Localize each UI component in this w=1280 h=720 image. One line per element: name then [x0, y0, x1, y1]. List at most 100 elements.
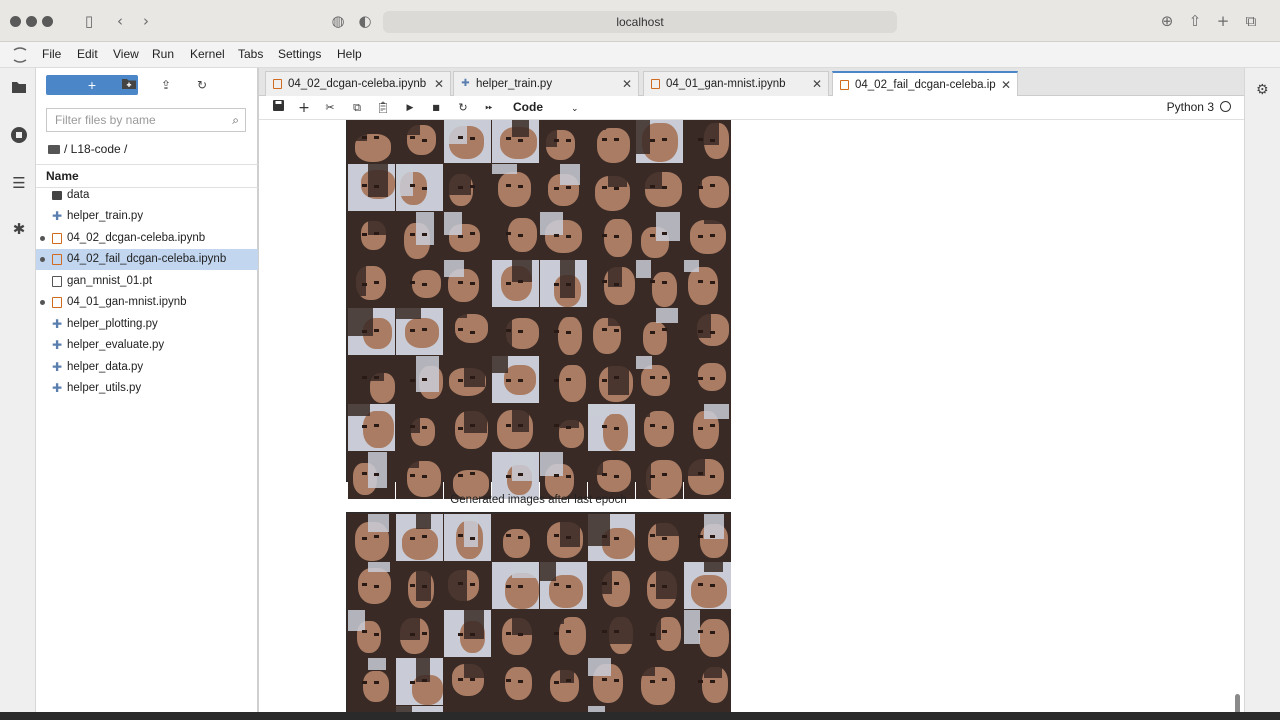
property-inspector-icon[interactable]: ⚙ — [1256, 82, 1269, 98]
tab-dcgan-celeba[interactable]: 04_02_dcgan-celeba.ipynb ✕ — [265, 71, 451, 96]
face-shape — [559, 365, 586, 402]
file-row-gan-mnist-pt[interactable]: gan_mnist_01.pt — [36, 271, 258, 292]
eye-mark — [614, 427, 619, 430]
zoom-window-button[interactable] — [42, 16, 53, 27]
file-row-fail-dcgan-celeba[interactable]: 04_02_fail_dcgan-celeba.ipynb — [36, 249, 258, 270]
menu-view[interactable]: View — [113, 47, 139, 61]
eye-mark — [662, 376, 667, 379]
table-of-contents-icon[interactable]: ☰ — [10, 174, 28, 192]
file-row-dcgan-celeba[interactable]: 04_02_dcgan-celeba.ipynb — [36, 228, 258, 249]
menu-file[interactable]: File — [42, 47, 61, 61]
file-row-gan-mnist[interactable]: 04_01_gan-mnist.ipynb — [36, 292, 258, 313]
menu-help[interactable]: Help — [337, 47, 362, 61]
extensions-icon[interactable]: ✱ — [10, 220, 28, 238]
hair-shape — [588, 404, 609, 416]
breadcrumb[interactable]: / L18-code / — [48, 142, 127, 156]
shield-icon[interactable]: ◐ — [355, 11, 375, 31]
notebook-icon — [52, 297, 62, 308]
menu-edit[interactable]: Edit — [77, 47, 98, 61]
file-row-helper-train[interactable]: ✚ helper_train.py — [36, 206, 258, 227]
eye-mark — [566, 585, 571, 588]
back-icon[interactable]: ‹ — [110, 11, 130, 31]
restart-run-all-icon[interactable]: ⏩︎ — [481, 99, 497, 117]
sidebar-icon[interactable]: ▯ — [79, 11, 99, 31]
address-bar[interactable]: localhost — [383, 11, 897, 33]
menu-tabs[interactable]: Tabs — [238, 47, 263, 61]
new-folder-icon[interactable] — [120, 76, 138, 94]
cut-icon[interactable]: ✂ — [322, 99, 338, 117]
hair-shape — [540, 120, 557, 147]
image-tile — [492, 356, 539, 403]
image-tile — [636, 164, 683, 211]
copy-icon[interactable]: ⧉ — [349, 99, 365, 117]
file-row-data[interactable]: data — [36, 185, 258, 206]
cell-type-select[interactable]: Code ⌄ — [513, 100, 579, 114]
close-tab-icon[interactable]: ✕ — [812, 72, 822, 96]
menu-settings[interactable]: Settings — [278, 47, 321, 61]
close-tab-icon[interactable]: ✕ — [1001, 73, 1011, 97]
tab-helper-train[interactable]: ✚ helper_train.py ✕ — [453, 71, 639, 96]
eye-mark — [650, 280, 655, 283]
home-folder-icon — [48, 145, 60, 154]
notebook-icon — [651, 79, 660, 89]
file-name: 04_02_fail_dcgan-celeba.ipynb — [67, 253, 227, 265]
hair-shape — [608, 308, 629, 326]
eye-mark — [458, 379, 463, 382]
privacy-icon[interactable]: ◍ — [328, 11, 348, 31]
eye-mark — [374, 424, 379, 427]
hair-shape — [684, 164, 702, 186]
eye-mark — [470, 137, 475, 140]
hair-shape — [444, 562, 467, 601]
hair-shape — [704, 658, 722, 678]
notebook-icon — [840, 80, 849, 90]
hair-shape — [512, 260, 532, 282]
hair-shape — [416, 514, 431, 529]
menu-kernel[interactable]: Kernel — [190, 47, 225, 61]
image-tile — [444, 308, 491, 355]
new-tab-icon[interactable]: + — [1213, 11, 1233, 31]
image-tile — [396, 308, 443, 355]
image-tile — [492, 562, 539, 609]
hair-shape — [540, 308, 557, 328]
insert-cell-icon[interactable]: + — [296, 99, 312, 117]
forward-icon[interactable]: › — [136, 11, 156, 31]
image-tile — [684, 212, 731, 259]
close-tab-icon[interactable]: ✕ — [622, 72, 632, 96]
file-row-helper-evaluate[interactable]: ✚ helper_evaluate.py — [36, 335, 258, 356]
close-window-button[interactable] — [10, 16, 21, 27]
tab-gan-mnist[interactable]: 04_01_gan-mnist.ipynb ✕ — [643, 71, 829, 96]
filter-files-input[interactable]: Filter files by name ⌕ — [46, 108, 246, 132]
refresh-icon[interactable]: ↻ — [193, 76, 211, 94]
folder-icon[interactable] — [10, 80, 28, 98]
minimize-window-button[interactable] — [26, 16, 37, 27]
face-shape — [498, 172, 531, 207]
run-icon[interactable]: ▶ — [402, 99, 418, 117]
eye-mark — [662, 281, 667, 284]
file-row-helper-utils[interactable]: ✚ helper_utils.py — [36, 378, 258, 399]
download-icon[interactable]: ⊕ — [1157, 11, 1177, 31]
kernel-status[interactable]: Python 3 — [1167, 100, 1231, 114]
running-kernels-icon[interactable] — [10, 126, 28, 144]
save-icon[interactable] — [270, 99, 286, 117]
image-tile — [684, 610, 731, 657]
upload-icon[interactable]: ⇪ — [157, 76, 175, 94]
restart-icon[interactable]: ↻ — [455, 99, 471, 117]
close-tab-icon[interactable]: ✕ — [434, 72, 444, 96]
file-row-helper-plotting[interactable]: ✚ helper_plotting.py — [36, 314, 258, 335]
hair-shape — [396, 308, 421, 319]
tabs-overview-icon[interactable]: ⧉ — [1241, 11, 1261, 31]
file-row-helper-data[interactable]: ✚ helper_data.py — [36, 357, 258, 378]
eye-mark — [422, 585, 427, 588]
tab-fail-dcgan-celeba[interactable]: 04_02_fail_dcgan-celeba.ip ✕ — [832, 71, 1018, 97]
stop-icon[interactable]: ■ — [428, 99, 444, 117]
paste-icon[interactable]: 📋︎ — [375, 99, 391, 117]
hair-shape — [492, 356, 508, 373]
share-icon[interactable]: ⇧ — [1185, 11, 1205, 31]
menu-run[interactable]: Run — [152, 47, 174, 61]
eye-mark — [470, 331, 475, 334]
eye-mark — [566, 378, 571, 381]
eye-mark — [662, 585, 667, 588]
eye-mark — [614, 376, 619, 379]
notebook-output-area[interactable]: Generated images after last epoch — [259, 120, 1245, 720]
notebook-icon — [52, 233, 62, 244]
